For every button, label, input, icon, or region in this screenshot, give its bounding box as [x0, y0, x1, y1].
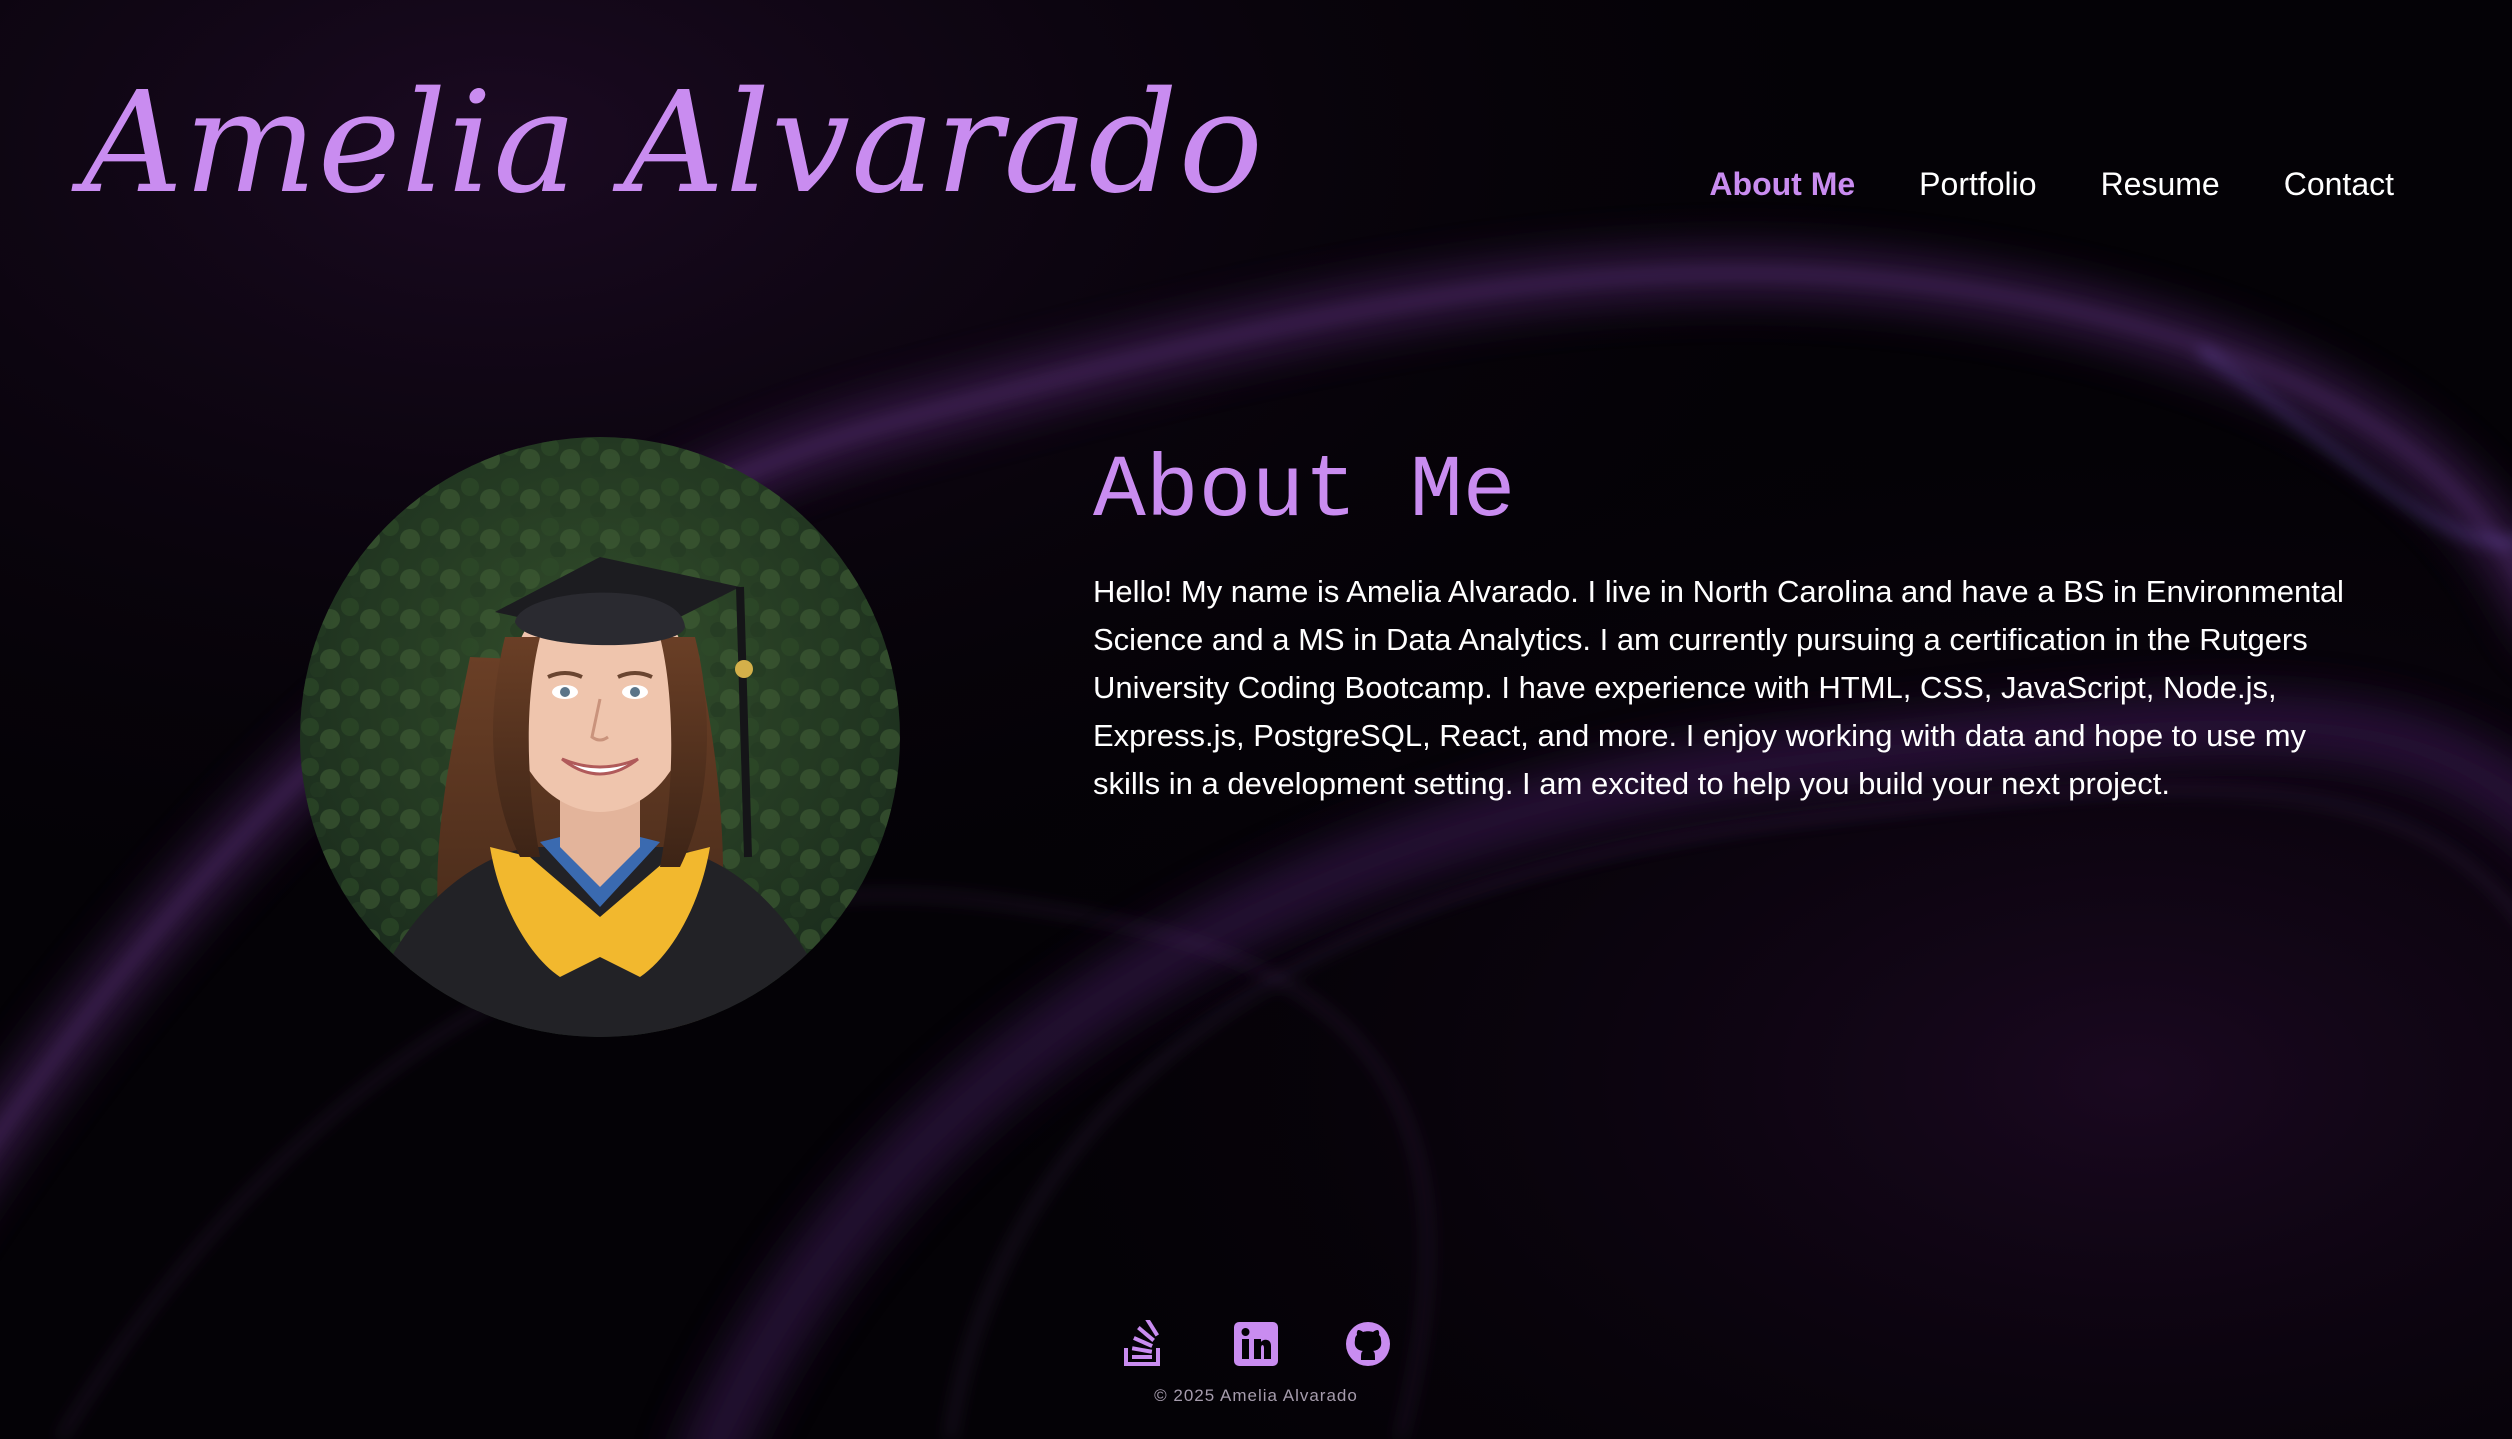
about-heading: About Me	[1093, 443, 1516, 542]
copyright-text: © 2025 Amelia Alvarado	[1154, 1386, 1358, 1405]
linkedin-link[interactable]	[1232, 1320, 1280, 1368]
linkedin-icon	[1234, 1322, 1278, 1366]
profile-photo	[300, 437, 900, 1037]
github-icon	[1346, 1322, 1390, 1366]
about-content: About Me Hello! My name is Amelia Alvara…	[1093, 440, 2353, 808]
social-links	[0, 1317, 2512, 1368]
about-section: About Me Hello! My name is Amelia Alvara…	[0, 0, 2512, 1439]
about-body: Hello! My name is Amelia Alvarado. I liv…	[1093, 573, 2344, 801]
github-link[interactable]	[1344, 1320, 1392, 1368]
stack-overflow-icon	[1124, 1317, 1160, 1366]
site-footer: © 2025 Amelia Alvarado	[0, 1317, 2512, 1406]
stack-overflow-link[interactable]	[1120, 1317, 1168, 1368]
